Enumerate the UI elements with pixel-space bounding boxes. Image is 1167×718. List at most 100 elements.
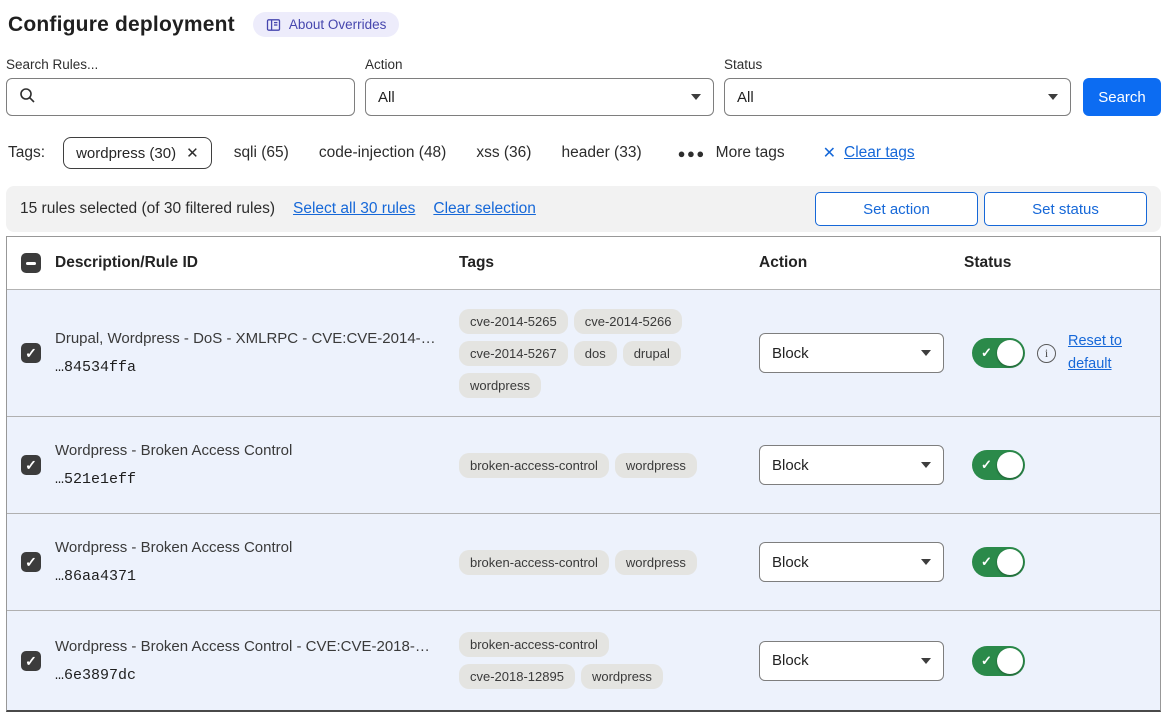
chevron-down-icon <box>921 350 931 356</box>
rule-tags: cve-2014-5265cve-2014-5266cve-2014-5267d… <box>459 299 711 408</box>
status-filter-label: Status <box>724 57 1073 72</box>
table-header: Description/Rule ID Tags Action Status <box>7 237 1160 290</box>
chevron-down-icon <box>921 658 931 664</box>
table-row: ✓ Wordpress - Broken Access Control - CV… <box>7 610 1160 710</box>
tag-pill: wordpress <box>581 664 663 689</box>
status-toggle[interactable]: ✓ <box>972 646 1025 676</box>
toggle-knob <box>997 452 1023 478</box>
tag-filter-list: sqli (65) code-injection (48) xss (36) head… <box>234 144 672 162</box>
rule-tags: broken-access-controlwordpress <box>459 540 711 585</box>
tag-pill: wordpress <box>615 550 697 575</box>
toggle-knob <box>997 648 1023 674</box>
rule-action-value: Block <box>772 345 809 362</box>
rule-action-select[interactable]: Block <box>759 641 944 681</box>
rule-id: …84534ffa <box>55 359 443 376</box>
rule-id: …521e1eff <box>55 471 443 488</box>
status-toggle[interactable]: ✓ <box>972 547 1025 577</box>
selected-tag-chip[interactable]: wordpress (30) ✕ <box>63 137 212 169</box>
row-checkbox[interactable]: ✓ <box>21 455 41 475</box>
rule-action-select[interactable]: Block <box>759 445 944 485</box>
page-header: Configure deployment About Overrides <box>8 12 1161 37</box>
select-all-link[interactable]: Select all 30 rules <box>293 200 415 218</box>
check-icon: ✓ <box>981 554 992 570</box>
rule-action-select[interactable]: Block <box>759 333 944 373</box>
clear-selection-link[interactable]: Clear selection <box>433 200 536 218</box>
chevron-down-icon <box>921 559 931 565</box>
tag-pill: broken-access-control <box>459 453 609 478</box>
clear-tags-label: Clear tags <box>844 144 915 162</box>
status-toggle[interactable]: ✓ <box>972 338 1025 368</box>
set-status-button[interactable]: Set status <box>984 192 1147 226</box>
rule-action-value: Block <box>772 457 809 474</box>
about-overrides-badge[interactable]: About Overrides <box>253 12 400 37</box>
action-filter-select[interactable]: All <box>365 78 714 116</box>
rule-tags: broken-access-controlwordpress <box>459 443 711 488</box>
table-row: ✓ Wordpress - Broken Access Control …86a… <box>7 513 1160 610</box>
tag-pill: cve-2014-5267 <box>459 341 568 366</box>
rule-id: …86aa4371 <box>55 568 443 585</box>
close-icon: ✕ <box>823 143 836 163</box>
action-filter-value: All <box>378 89 395 106</box>
tag-filter-button[interactable]: code-injection (48) <box>319 144 447 162</box>
info-icon[interactable]: i <box>1037 344 1056 363</box>
book-icon <box>266 18 281 32</box>
more-tags-label: More tags <box>716 144 785 162</box>
search-rules-label: Search Rules... <box>6 57 355 72</box>
search-icon <box>19 87 36 108</box>
select-all-checkbox[interactable] <box>21 253 41 273</box>
row-checkbox[interactable]: ✓ <box>21 343 41 363</box>
rule-description: Wordpress - Broken Access Control - CVE:… <box>55 638 443 655</box>
rule-tags: broken-access-controlcve-2018-12895wordp… <box>459 622 711 699</box>
rule-description: Wordpress - Broken Access Control <box>55 442 443 459</box>
tags-label: Tags: <box>8 144 45 162</box>
configure-deployment-page: Configure deployment About Overrides Sea… <box>0 0 1167 718</box>
rule-description: Wordpress - Broken Access Control <box>55 539 443 556</box>
tag-pill: dos <box>574 341 617 366</box>
action-filter-label: Action <box>365 57 714 72</box>
check-icon: ✓ <box>25 346 37 360</box>
selected-tag-label: wordpress (30) <box>76 145 176 162</box>
rule-id: …6e3897dc <box>55 667 443 684</box>
clear-tags-link[interactable]: ✕ Clear tags <box>823 143 915 163</box>
check-icon: ✓ <box>25 458 37 472</box>
chevron-down-icon <box>691 94 701 100</box>
check-icon: ✓ <box>981 345 992 361</box>
about-overrides-label: About Overrides <box>289 17 387 32</box>
tag-filter-button[interactable]: header (33) <box>561 144 641 162</box>
tag-pill: wordpress <box>459 373 541 398</box>
check-icon: ✓ <box>981 457 992 473</box>
check-icon: ✓ <box>25 654 37 668</box>
tag-pill: cve-2014-5265 <box>459 309 568 334</box>
rule-action-select[interactable]: Block <box>759 542 944 582</box>
rule-action-value: Block <box>772 554 809 571</box>
tag-pill: cve-2018-12895 <box>459 664 575 689</box>
table-row: ✓ Wordpress - Broken Access Control …521… <box>7 416 1160 513</box>
status-filter-select[interactable]: All <box>724 78 1071 116</box>
column-tags: Tags <box>459 254 759 272</box>
search-button[interactable]: Search <box>1083 78 1161 116</box>
column-description: Description/Rule ID <box>55 254 459 272</box>
selection-bar: 15 rules selected (of 30 filtered rules)… <box>6 186 1161 232</box>
remove-tag-icon[interactable]: ✕ <box>186 144 199 162</box>
chevron-down-icon <box>1048 94 1058 100</box>
status-filter-value: All <box>737 89 754 106</box>
status-toggle[interactable]: ✓ <box>972 450 1025 480</box>
row-checkbox[interactable]: ✓ <box>21 651 41 671</box>
indeterminate-icon <box>26 262 36 265</box>
table-row: ✓ Drupal, Wordpress - DoS - XMLRPC - CVE… <box>7 290 1160 416</box>
tag-pill: drupal <box>623 341 681 366</box>
column-action: Action <box>759 254 964 272</box>
ellipsis-icon: ●●● <box>678 146 706 161</box>
rule-description: Drupal, Wordpress - DoS - XMLRPC - CVE:C… <box>55 330 443 347</box>
more-tags-button[interactable]: ●●● More tags <box>678 144 785 162</box>
check-icon: ✓ <box>981 653 992 669</box>
rules-table: Description/Rule ID Tags Action Status ✓… <box>6 236 1161 712</box>
tags-bar: Tags: wordpress (30) ✕ sqli (65) code-inj… <box>8 137 1161 169</box>
tag-filter-button[interactable]: xss (36) <box>476 144 531 162</box>
set-action-button[interactable]: Set action <box>815 192 978 226</box>
row-checkbox[interactable]: ✓ <box>21 552 41 572</box>
reset-to-default-link[interactable]: Reset to default <box>1068 330 1130 376</box>
search-rules-box <box>6 78 355 116</box>
tag-filter-button[interactable]: sqli (65) <box>234 144 289 162</box>
search-rules-input[interactable] <box>45 89 342 106</box>
